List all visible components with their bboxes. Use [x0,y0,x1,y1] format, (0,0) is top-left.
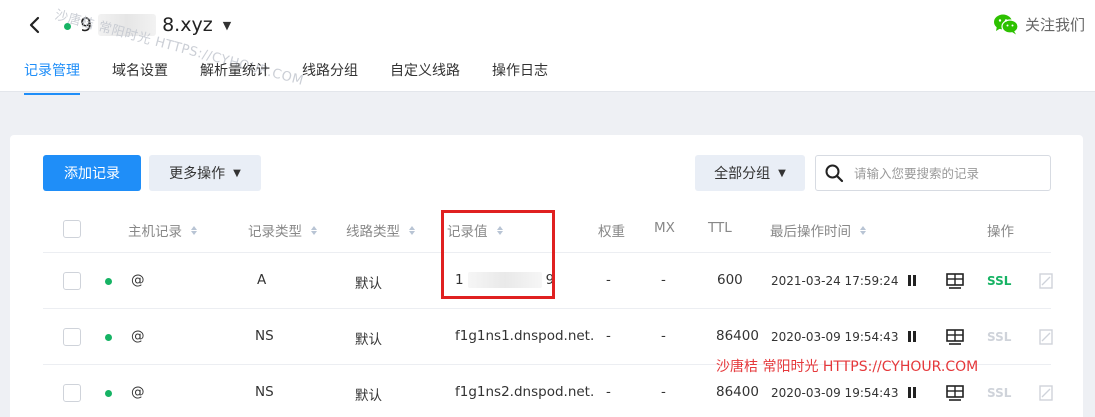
remark-icon[interactable] [946,273,964,289]
column-label: 记录类型 [248,224,302,240]
remark-icon[interactable] [946,329,964,345]
weight-cell: - [606,272,611,288]
host-cell: @ [131,328,145,344]
add-record-button[interactable]: 添加记录 [43,155,141,191]
tab-operation-log[interactable]: 操作日志 [492,58,548,92]
updated-cell: 2020-03-09 19:54:43 [771,330,899,344]
column-label: 线路类型 [346,224,400,240]
ssl-button[interactable]: SSL [987,274,1011,288]
column-label: 操作 [987,224,1014,240]
type-cell: NS [255,328,274,344]
tab-line-groups[interactable]: 线路分组 [302,58,358,92]
column-header-line[interactable]: 线路类型 [346,220,415,240]
caret-down-icon: ▼ [222,18,232,32]
host-cell: @ [131,272,145,288]
updated-cell: 2021-03-24 17:59:24 [771,274,899,288]
tab-custom-lines[interactable]: 自定义线路 [390,58,460,92]
ttl-cell: 86400 [716,384,759,400]
weight-cell: - [606,328,611,344]
top-bar: 9 8.xyz ▼ 沙唐桔 常阳时光 HTTPS://CYHOUR.COM 关注… [0,0,1095,95]
highlight-box [441,210,555,299]
line-cell: 默认 [355,332,382,348]
sort-icon[interactable] [311,225,317,235]
row-checkbox[interactable] [63,384,81,402]
sort-icon[interactable] [409,225,415,235]
column-header-updated[interactable]: 最后操作时间 [770,220,866,240]
mx-cell: - [661,384,666,400]
tab-resolution-stats[interactable]: 解析量统计 [200,58,270,92]
column-header-mx: MX [654,220,675,236]
weight-cell: - [606,384,611,400]
row-checkbox[interactable] [63,328,81,346]
domain-suffix: 8.xyz [162,14,213,36]
type-cell: A [257,272,267,288]
document-icon[interactable] [1039,385,1053,401]
sort-icon[interactable] [191,225,197,235]
overlay-watermark: 沙唐桔 常阳时光 HTTPS://CYHOUR.COM [716,359,979,375]
pause-icon[interactable] [907,387,917,398]
pause-icon[interactable] [907,331,917,342]
sort-icon[interactable] [860,225,866,235]
column-header-ops: 操作 [987,220,1014,240]
follow-us-label: 关注我们 [1024,15,1085,34]
line-cell: 默认 [355,276,382,292]
ssl-button: SSL [987,330,1012,344]
tab-domain-settings[interactable]: 域名设置 [112,58,168,92]
more-actions-button[interactable]: 更多操作 ▼ [149,155,261,191]
search-icon [825,164,844,183]
tab-bar: 记录管理 域名设置 解析量统计 线路分组 自定义线路 操作日志 [24,58,580,95]
value-cell: f1g1ns1.dnspod.net. [455,328,595,344]
more-actions-label: 更多操作 [169,166,226,182]
ssl-button: SSL [987,386,1012,400]
search-input[interactable] [854,165,1034,181]
all-groups-label: 全部分组 [714,166,771,182]
pause-icon[interactable] [907,275,917,286]
all-groups-dropdown[interactable]: 全部分组 ▼ [695,155,805,191]
ttl-cell: 86400 [716,328,759,344]
column-header-ttl: TTL [708,220,732,236]
column-label: 权重 [598,224,625,240]
column-header-type[interactable]: 记录类型 [248,220,317,240]
column-label: 最后操作时间 [770,224,851,240]
document-icon[interactable] [1039,329,1053,345]
mx-cell: - [661,328,666,344]
ttl-cell: 600 [717,272,743,288]
line-cell: 默认 [355,388,382,404]
record-status-dot [105,334,112,341]
caret-down-icon: ▼ [778,167,786,179]
follow-us-button[interactable]: 关注我们 [993,13,1085,35]
back-arrow-icon[interactable] [24,13,46,37]
remark-icon[interactable] [946,385,964,401]
column-header-weight: 权重 [598,220,625,240]
column-label: MX [654,220,675,236]
record-status-dot [105,390,112,397]
host-cell: @ [131,384,145,400]
updated-cell: 2020-03-09 19:54:43 [771,386,899,400]
tab-record-management[interactable]: 记录管理 [24,58,80,95]
record-status-dot [105,278,112,285]
wechat-icon [993,14,1019,35]
type-cell: NS [255,384,274,400]
mx-cell: - [661,272,666,288]
row-checkbox[interactable] [63,272,81,290]
search-box [815,155,1051,191]
column-label: 主机记录 [128,224,182,240]
document-icon[interactable] [1039,273,1053,289]
column-label: TTL [708,220,732,236]
select-all-checkbox[interactable] [63,220,81,238]
column-header-host[interactable]: 主机记录 [128,220,197,240]
caret-down-icon: ▼ [233,167,241,179]
row-divider [43,308,1051,309]
value-cell: f1g1ns2.dnspod.net. [455,384,595,400]
